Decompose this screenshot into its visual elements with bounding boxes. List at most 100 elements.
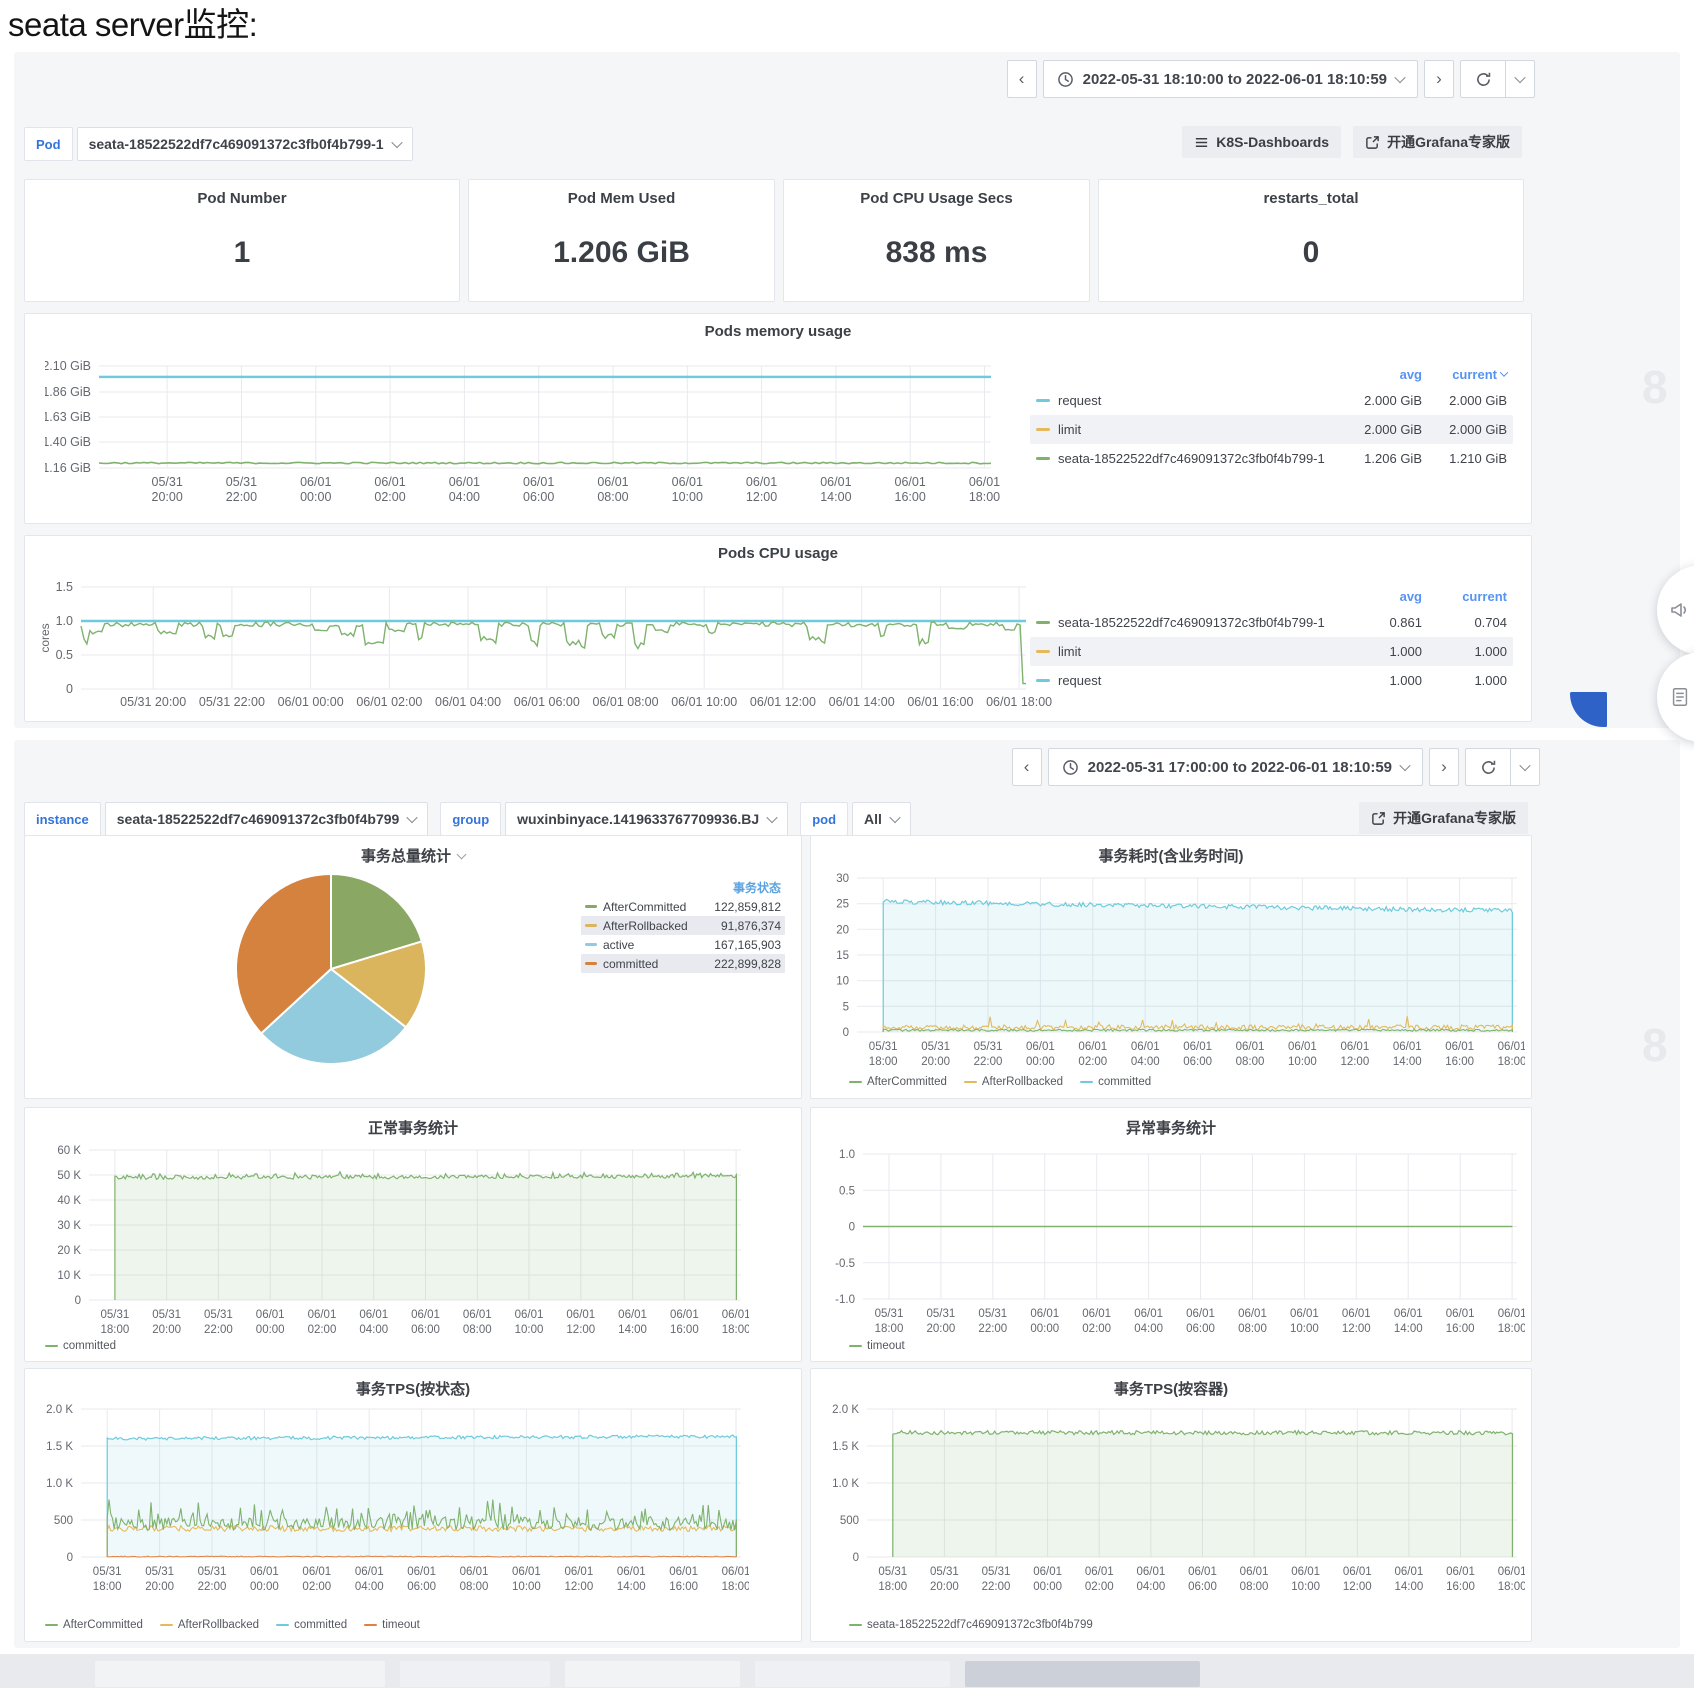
link-开通Grafana专家版[interactable]: 开通Grafana专家版 (1353, 126, 1522, 158)
refresh-button[interactable] (1460, 60, 1506, 98)
svg-text:06/01: 06/01 (302, 1566, 331, 1578)
svg-text:-1.0: -1.0 (835, 1294, 855, 1306)
legend-column-current[interactable]: current (1422, 367, 1507, 382)
legend-column-label: current (1452, 367, 1497, 382)
legend-row-limit[interactable]: limit1.0001.000 (1030, 637, 1513, 666)
refresh-interval-button[interactable] (1510, 748, 1540, 786)
svg-text:05/31: 05/31 (93, 1566, 122, 1578)
chart-yichang[interactable]: 1.00.50-0.5-1.005/3118:0005/3120:0005/31… (819, 1130, 1525, 1342)
svg-text:22:00: 22:00 (198, 1581, 227, 1593)
chart-pie-transactions[interactable] (231, 869, 431, 1069)
svg-text:06/01: 06/01 (722, 1309, 749, 1321)
chart-tps_container[interactable]: 2.0 K1.5 K1.0 K500005/3118:0005/3120:000… (819, 1391, 1525, 1609)
legend-label: AfterRollbacked (603, 919, 688, 933)
svg-text:06/01: 06/01 (1394, 1308, 1423, 1320)
svg-text:04:00: 04:00 (359, 1324, 388, 1336)
variable-select-group[interactable]: wuxinbinyace.1419633767709936.BJ (505, 802, 788, 836)
variable-Pod: Podseata-18522522df7c469091372c3fb0f4b79… (24, 127, 413, 161)
svg-text:06/01: 06/01 (1030, 1308, 1059, 1320)
legend-column-label: avg (1400, 589, 1422, 604)
legend-avg-value: 2.000 GiB (1337, 393, 1422, 408)
svg-text:05/31: 05/31 (152, 475, 183, 489)
external-link-icon (1365, 135, 1380, 150)
svg-text:06/01: 06/01 (1288, 1041, 1317, 1053)
legend-row-AfterCommitted[interactable]: AfterCommitted122,859,812 (581, 897, 785, 916)
chevron-down-icon (1519, 760, 1530, 771)
legend-item-AfterRollbacked[interactable]: AfterRollbacked (964, 1076, 1063, 1088)
page: { "page_title": "seata server监控:", "wate… (0, 0, 1694, 1688)
clock-icon (1062, 759, 1079, 776)
legend-item-timeout[interactable]: timeout (364, 1619, 420, 1631)
svg-text:05/31: 05/31 (226, 475, 257, 489)
chart-tps_status[interactable]: 2.0 K1.5 K1.0 K500005/3118:0005/3120:000… (33, 1391, 749, 1609)
variable-label-instance: instance (24, 802, 101, 836)
svg-text:06/01 02:00: 06/01 02:00 (356, 695, 422, 709)
time-forward-button[interactable]: › (1429, 748, 1459, 786)
legend-value: 222,899,828 (664, 957, 781, 971)
time-range-button[interactable]: 2022-05-31 17:00:00 to 2022-06-01 18:10:… (1048, 748, 1423, 786)
panel-title-cpu[interactable]: Pods CPU usage (25, 545, 1531, 562)
legend-item-timeout[interactable]: timeout (849, 1340, 905, 1352)
legend-swatch (1036, 428, 1050, 431)
legend-item-committed[interactable]: committed (45, 1340, 116, 1352)
svg-text:00:00: 00:00 (256, 1324, 285, 1336)
legend-row-limit[interactable]: limit2.000 GiB2.000 GiB (1030, 415, 1513, 444)
svg-text:06/01: 06/01 (564, 1566, 593, 1578)
link-label: 开通Grafana专家版 (1393, 808, 1516, 828)
svg-text:06/01: 06/01 (618, 1309, 647, 1321)
variable-select-pod[interactable]: All (852, 802, 911, 836)
legend-swatch (45, 1624, 58, 1627)
chart-haoshi[interactable]: 30252015105005/3118:0005/3120:0005/3122:… (819, 858, 1525, 1074)
legend-row-seata-18522522df7c469091372c3fb0f4b799-1[interactable]: seata-18522522df7c469091372c3fb0f4b799-1… (1030, 608, 1513, 637)
legend-row-request[interactable]: request2.000 GiB2.000 GiB (1030, 386, 1513, 415)
svg-text:06/01: 06/01 (1131, 1041, 1160, 1053)
legend-item-committed[interactable]: committed (1080, 1076, 1151, 1088)
variable-select-instance[interactable]: seata-18522522df7c469091372c3fb0f4b799 (105, 802, 429, 836)
chart-zhengchang[interactable]: 60 K50 K40 K30 K20 K10 K005/3118:0005/31… (33, 1130, 749, 1342)
legend-item-AfterCommitted[interactable]: AfterCommitted (849, 1076, 947, 1088)
legend-item-committed[interactable]: committed (276, 1619, 347, 1631)
link-label: K8S-Dashboards (1216, 134, 1329, 150)
legend-column-current[interactable]: current (1422, 589, 1507, 604)
link-K8S-Dashboards[interactable]: K8S-Dashboards (1182, 126, 1341, 158)
axis-labels: 2.10 GiB1.86 GiB1.63 GiB1.40 GiB1.16 GiB… (45, 359, 1000, 504)
legend-item-seata-18522522df7c469091372c3fb0f4b799[interactable]: seata-18522522df7c469091372c3fb0f4b799 (849, 1619, 1093, 1631)
time-range-button[interactable]: 2022-05-31 18:10:00 to 2022-06-01 18:10:… (1043, 60, 1418, 98)
gridlines (81, 587, 1026, 689)
legend-row-AfterRollbacked[interactable]: AfterRollbacked91,876,374 (581, 916, 785, 935)
legend-column-avg[interactable]: avg (1337, 367, 1422, 382)
chart-mem[interactable]: 2.10 GiB1.86 GiB1.63 GiB1.40 GiB1.16 GiB… (45, 338, 1045, 522)
svg-text:06/01: 06/01 (566, 1309, 595, 1321)
svg-text:500: 500 (840, 1515, 859, 1527)
variable-select-Pod[interactable]: seata-18522522df7c469091372c3fb0f4b799-1 (77, 127, 413, 161)
legend-row-seata-18522522df7c469091372c3fb0f4b799-1[interactable]: seata-18522522df7c469091372c3fb0f4b799-1… (1030, 444, 1513, 473)
legend-swatch (585, 905, 597, 908)
svg-text:12:00: 12:00 (1343, 1581, 1372, 1593)
stat-value: 838 ms (784, 236, 1089, 270)
legend-column-avg[interactable]: avg (1337, 589, 1422, 604)
legend-row-committed[interactable]: committed222,899,828 (581, 954, 785, 973)
time-back-button[interactable]: ‹ (1012, 748, 1042, 786)
svg-text:0.5: 0.5 (839, 1185, 855, 1197)
refresh-interval-button[interactable] (1505, 60, 1535, 98)
legend-row-active[interactable]: active167,165,903 (581, 935, 785, 954)
chevron-down-icon (391, 137, 402, 148)
refresh-button[interactable] (1465, 748, 1511, 786)
time-forward-button[interactable]: › (1424, 60, 1454, 98)
time-back-button[interactable]: ‹ (1007, 60, 1037, 98)
chevron-right-icon: › (1441, 757, 1447, 777)
panel-title-pie[interactable]: 事务总量统计 (25, 845, 801, 866)
megaphone-icon (1668, 598, 1692, 627)
link-开通Grafana专家版[interactable]: 开通Grafana专家版 (1359, 802, 1528, 834)
legend-column-label: avg (1400, 367, 1422, 382)
pie-legend: 事务状态AfterCommitted122,859,812AfterRollba… (581, 878, 785, 973)
stat-panel-Pod Number: Pod Number1 (24, 179, 460, 302)
legend-item-AfterRollbacked[interactable]: AfterRollbacked (160, 1619, 259, 1631)
svg-text:06/01: 06/01 (1240, 1566, 1269, 1578)
legend-item-AfterCommitted[interactable]: AfterCommitted (45, 1619, 143, 1631)
svg-text:05/31: 05/31 (145, 1566, 174, 1578)
legend-row-request[interactable]: request1.0001.000 (1030, 666, 1513, 695)
legend-series: limit (1036, 644, 1337, 659)
chevron-down-icon (767, 812, 778, 823)
chart-cpu[interactable]: 1.51.00.5005/31 20:0005/31 22:0006/01 00… (39, 562, 1069, 714)
